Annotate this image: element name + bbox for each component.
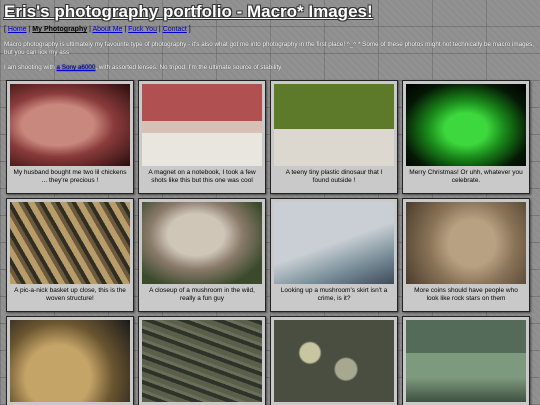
stone-texture-photo[interactable] [142, 320, 262, 402]
woven-basket-photo[interactable] [10, 202, 130, 284]
chicken-plush-photo[interactable] [10, 84, 130, 166]
camera-info: I am shooting with a Sony a6000, with as… [4, 64, 283, 72]
quarter-coin-photo[interactable] [10, 320, 130, 402]
intro-text: Macro photography is ultimately my favou… [4, 41, 535, 56]
gallery-tile[interactable]: My husband bought me two lil chickens ..… [6, 80, 134, 194]
nav-fuck-you[interactable]: Fuck You [128, 26, 157, 33]
magnet-notebook-photo[interactable] [142, 84, 262, 166]
nav-about-me[interactable]: About Me [92, 26, 122, 33]
camera-info-suffix: , with assorted lenses. No tripod, I'm t… [95, 64, 283, 71]
nav-contact[interactable]: Contact [163, 26, 187, 33]
camera-link[interactable]: a Sony a6000 [57, 64, 96, 71]
photo-caption: More coins should have people who look l… [414, 287, 518, 302]
gallery-tile[interactable]: A pic-a-nick basket up close, this is th… [6, 198, 134, 312]
camera-info-prefix: I am shooting with [4, 64, 55, 71]
gallery-tile[interactable] [270, 316, 398, 405]
gallery-tile[interactable]: A closeup of a mushroom in the wild, rea… [138, 198, 266, 312]
page-title: Eris's photography portfolio - Macro* Im… [4, 2, 373, 21]
plastic-dinosaur-photo[interactable] [274, 84, 394, 166]
photo-caption: A teeny tiny plastic dinosaur that I fou… [285, 169, 383, 184]
nav-bar: [ Home | My Photography | About Me | Fuc… [4, 26, 191, 33]
photo-caption: A magnet on a notebook, I took a few sho… [148, 169, 256, 184]
gallery-tile[interactable] [6, 316, 134, 405]
lichen-rock-photo[interactable] [274, 320, 394, 402]
gallery-tile[interactable]: Looking up a mushroom's skirt isn't a cr… [270, 198, 398, 312]
coin-photo[interactable] [406, 202, 526, 284]
photo-caption: A closeup of a mushroom in the wild, rea… [149, 287, 255, 302]
gallery-tile[interactable] [138, 316, 266, 405]
christmas-tree-photo[interactable] [406, 84, 526, 166]
photo-caption: My husband bought me two lil chickens ..… [13, 169, 127, 184]
photo-caption: A pic-a-nick basket up close, this is th… [14, 287, 126, 302]
gallery-tile[interactable]: Merry Christmas! Or uhh, whatever you ce… [402, 80, 530, 194]
gallery-tile[interactable]: A magnet on a notebook, I took a few sho… [138, 80, 266, 194]
chain-hook-photo[interactable] [406, 320, 526, 402]
nav-home[interactable]: Home [8, 26, 27, 33]
gallery-tile[interactable] [402, 316, 530, 405]
photo-caption: Merry Christmas! Or uhh, whatever you ce… [409, 169, 523, 184]
mushroom-photo[interactable] [142, 202, 262, 284]
photo-caption: Looking up a mushroom's skirt isn't a cr… [280, 287, 388, 302]
nav-my-photography[interactable]: My Photography [32, 26, 87, 33]
gallery-tile[interactable]: A teeny tiny plastic dinosaur that I fou… [270, 80, 398, 194]
gallery-tile[interactable]: More coins should have people who look l… [402, 198, 530, 312]
mushroom-skirt-photo[interactable] [274, 202, 394, 284]
